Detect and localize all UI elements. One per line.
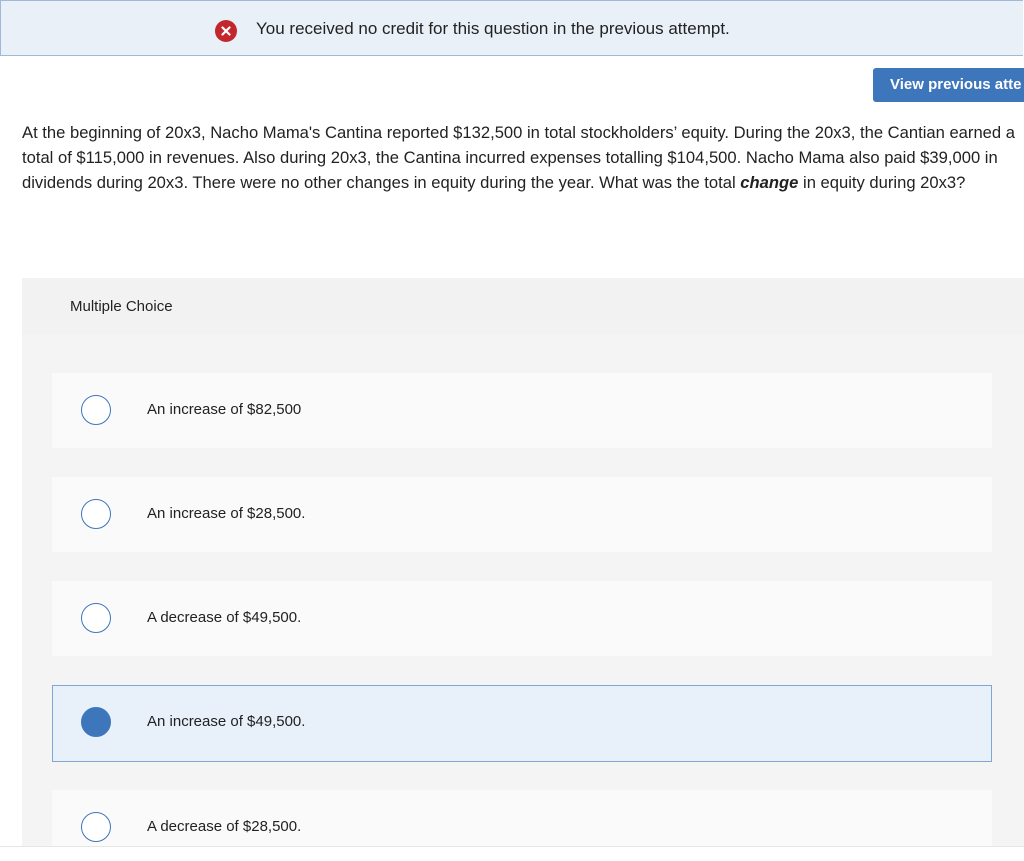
answer-option-label: A decrease of $28,500.	[147, 818, 302, 835]
radio-button[interactable]	[81, 812, 111, 842]
answer-option[interactable]: A decrease of $28,500.	[52, 790, 992, 846]
multiple-choice-header: Multiple Choice	[22, 278, 1024, 335]
answer-option[interactable]: An increase of $28,500.	[52, 477, 992, 552]
multiple-choice-label: Multiple Choice	[70, 298, 173, 315]
answer-option-label: A decrease of $49,500.	[147, 609, 302, 626]
page: You received no credit for this question…	[0, 0, 1024, 861]
radio-button[interactable]	[81, 499, 111, 529]
radio-button[interactable]	[81, 603, 111, 633]
answer-option[interactable]: A decrease of $49,500.	[52, 581, 992, 656]
previous-attempt-banner: You received no credit for this question…	[0, 0, 1023, 56]
answer-option-label: An increase of $82,500	[147, 401, 302, 418]
question-text-after: in equity during 20x3?	[798, 173, 966, 192]
close-icon	[215, 20, 237, 42]
view-previous-attempt-button[interactable]: View previous atte	[873, 68, 1024, 102]
banner-message: You received no credit for this question…	[256, 19, 730, 38]
answer-option-label: An increase of $49,500.	[147, 713, 306, 730]
answer-option-selected[interactable]: An increase of $49,500.	[52, 685, 992, 762]
question-emphasis: change	[740, 173, 799, 192]
question-text: At the beginning of 20x3, Nacho Mama's C…	[22, 120, 1022, 195]
radio-button-selected[interactable]	[81, 707, 111, 737]
answer-option[interactable]: An increase of $82,500	[52, 373, 992, 448]
radio-button[interactable]	[81, 395, 111, 425]
page-bottom-edge	[0, 846, 1024, 861]
answer-option-label: An increase of $28,500.	[147, 505, 306, 522]
